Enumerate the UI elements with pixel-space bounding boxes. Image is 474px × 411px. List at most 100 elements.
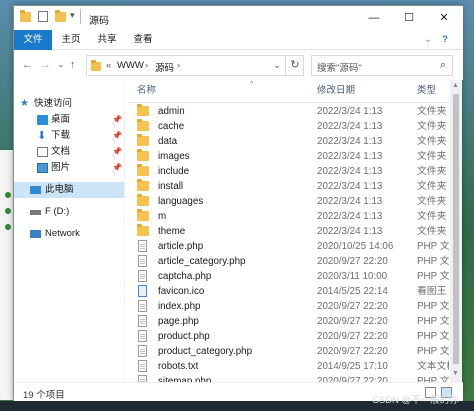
nav-item-desktop[interactable]: 桌面 📌 <box>14 112 124 128</box>
item-count: 19 个项目 <box>23 390 65 401</box>
file-type: 文件夹 <box>417 226 447 237</box>
file-type: PHP 文件 <box>417 331 449 342</box>
folder-row[interactable]: languages 2022/3/24 1:13 文件夹 <box>129 194 449 209</box>
file-date: 2020/9/27 22:20 <box>317 301 388 312</box>
file-type: PHP 文件 <box>417 316 449 327</box>
nav-item-pictures[interactable]: 图片 📌 <box>14 160 124 176</box>
help-icon[interactable]: ? <box>438 30 452 50</box>
maximize-button[interactable]: ☐ <box>394 10 424 26</box>
file-row[interactable]: robots.txt 2014/9/25 17:10 文本文档 <box>129 359 449 374</box>
file-name: favicon.ico <box>158 286 205 297</box>
pin-icon: 📌 <box>112 163 122 172</box>
file-name: robots.txt <box>158 361 199 372</box>
nav-label: 图片 <box>51 162 71 173</box>
file-name: include <box>158 166 190 177</box>
forward-arrow-icon[interactable]: → <box>40 59 51 71</box>
column-header-name[interactable]: 名称 <box>137 80 156 102</box>
nav-item-downloads[interactable]: ⬇ 下载 📌 <box>14 128 124 144</box>
title-bar: ▾ 源码 — ☐ ✕ <box>14 6 463 30</box>
folder-row[interactable]: data 2022/3/24 1:13 文件夹 <box>129 134 449 149</box>
navigation-bar: ← → ⌄ ↑ « WWW › 源码 › ⌄ ↻ 搜索"源码" ⌕ <box>14 50 463 80</box>
picture-icon <box>37 163 48 173</box>
file-row[interactable]: favicon.ico 2014/5/25 22:14 看图王 <box>129 284 449 299</box>
nav-label: 快速访问 <box>34 98 73 109</box>
file-date: 2022/3/24 1:13 <box>317 181 383 192</box>
address-dropdown-icon[interactable]: ⌄ <box>273 60 281 71</box>
file-type: 文本文档 <box>417 361 449 372</box>
close-button[interactable]: ✕ <box>429 10 459 26</box>
file-date: 2022/3/24 1:13 <box>317 121 383 132</box>
file-row[interactable]: article_category.php 2020/9/27 22:20 PHP 文… <box>129 254 449 269</box>
file-type: 文件夹 <box>417 196 447 207</box>
breadcrumb-source[interactable]: 源码 <box>155 60 174 74</box>
desktop-icon <box>37 115 48 125</box>
breadcrumb-overflow-icon[interactable]: « <box>106 60 111 71</box>
column-header-type[interactable]: 类型 <box>417 80 436 102</box>
file-row[interactable]: article.php 2020/10/25 14:06 PHP 文件 <box>129 239 449 254</box>
file-type: 看图王 <box>417 286 447 297</box>
drive-icon <box>30 210 41 215</box>
file-row[interactable]: product_category.php 2020/9/27 22:20 PHP 文… <box>129 344 449 359</box>
file-date: 2020/9/27 22:20 <box>317 316 388 327</box>
nav-drive-f[interactable]: F (D:) <box>14 204 124 220</box>
file-name: article_category.php <box>158 256 246 267</box>
tab-home[interactable]: 主页 <box>58 30 84 50</box>
folder-row[interactable]: theme 2022/3/24 1:13 文件夹 <box>129 224 449 239</box>
folder-row[interactable]: admin 2022/3/24 1:13 文件夹 <box>129 104 449 119</box>
folder-row[interactable]: include 2022/3/24 1:13 文件夹 <box>129 164 449 179</box>
file-name: install <box>158 181 184 192</box>
scrollbar-thumb[interactable] <box>453 94 459 364</box>
file-row[interactable]: captcha.php 2020/3/11 10:00 PHP 文件 <box>129 269 449 284</box>
folder-row[interactable]: install 2022/3/24 1:13 文件夹 <box>129 179 449 194</box>
file-row[interactable]: page.php 2020/9/27 22:20 PHP 文件 <box>129 314 449 329</box>
scroll-down-icon[interactable]: ▼ <box>452 370 459 377</box>
file-name: data <box>158 136 178 147</box>
folder-row[interactable]: m 2022/3/24 1:13 文件夹 <box>129 209 449 224</box>
new-folder-icon[interactable] <box>55 10 66 22</box>
nav-quick-access[interactable]: ★ 快速访问 <box>14 96 124 112</box>
tab-file[interactable]: 文件 <box>14 30 52 50</box>
minimize-button[interactable]: — <box>359 10 389 26</box>
ribbon-tabs: 文件 主页 共享 查看 ⌄ ? <box>14 30 463 50</box>
refresh-icon[interactable]: ↻ <box>285 55 304 76</box>
scroll-up-icon[interactable]: ▲ <box>452 82 459 89</box>
folder-row[interactable]: cache 2022/3/24 1:13 文件夹 <box>129 119 449 134</box>
nav-network[interactable]: Network <box>14 226 124 242</box>
back-arrow-icon[interactable]: ← <box>22 59 33 71</box>
pane-divider[interactable] <box>124 80 125 382</box>
nav-label: Network <box>45 228 80 239</box>
recent-locations-icon[interactable]: ⌄ <box>57 59 65 70</box>
file-name: index.php <box>158 301 201 312</box>
breadcrumb-www[interactable]: WWW <box>117 60 144 71</box>
search-input[interactable]: 搜索"源码" ⌕ <box>311 55 453 76</box>
properties-icon[interactable] <box>38 11 48 22</box>
address-bar[interactable]: « WWW › 源码 › ⌄ <box>86 55 304 76</box>
folder-row[interactable]: images 2022/3/24 1:13 文件夹 <box>129 149 449 164</box>
file-type: 文件夹 <box>417 121 447 132</box>
file-date: 2022/3/24 1:13 <box>317 136 383 147</box>
file-type: 文件夹 <box>417 211 447 222</box>
image-file-icon <box>138 285 147 297</box>
file-name: theme <box>158 226 186 237</box>
explorer-window: ▾ 源码 — ☐ ✕ 文件 主页 共享 查看 ⌄ ? ← → ⌄ ↑ « WWW… <box>13 5 463 402</box>
file-date: 2020/9/27 22:20 <box>317 331 388 342</box>
nav-this-pc[interactable]: 此电脑 <box>14 182 124 198</box>
file-row[interactable]: product.php 2020/9/27 22:20 PHP 文件 <box>129 329 449 344</box>
vertical-scrollbar[interactable]: ▲ ▼ <box>450 80 462 382</box>
folder-icon <box>137 134 149 146</box>
tab-view[interactable]: 查看 <box>130 30 156 50</box>
column-header-date[interactable]: 修改日期 <box>317 80 355 102</box>
file-name: product.php <box>158 331 210 342</box>
nav-item-documents[interactable]: 文档 📌 <box>14 144 124 160</box>
header-divider <box>129 102 449 103</box>
tab-share[interactable]: 共享 <box>94 30 120 50</box>
expand-ribbon-icon[interactable]: ⌄ <box>422 30 434 50</box>
folder-icon <box>137 194 149 206</box>
file-icon <box>138 240 147 252</box>
file-date: 2014/9/25 17:10 <box>317 361 388 372</box>
up-arrow-icon[interactable]: ↑ <box>70 59 76 71</box>
file-row[interactable]: index.php 2020/9/27 22:20 PHP 文件 <box>129 299 449 314</box>
file-type: 文件夹 <box>417 151 447 162</box>
folder-icon <box>137 104 149 116</box>
search-icon: ⌕ <box>439 59 446 71</box>
